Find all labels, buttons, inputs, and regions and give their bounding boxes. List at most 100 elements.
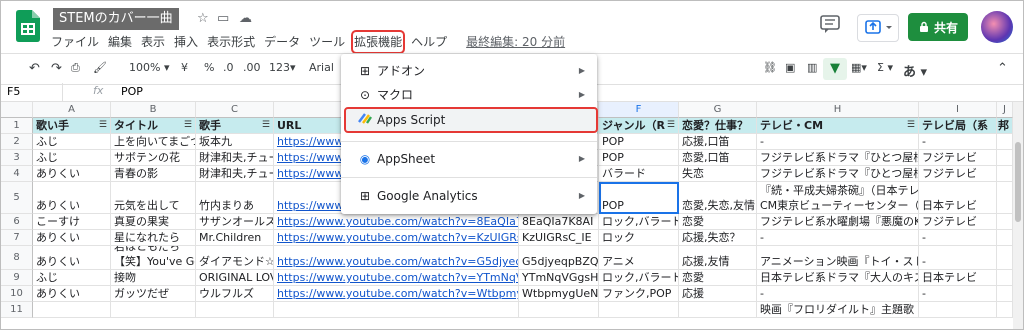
more-formats-select[interactable]: 123▾ (269, 61, 296, 74)
star-icon[interactable]: ☆ (197, 11, 209, 26)
table-cell[interactable]: ガッツだぜ (111, 286, 196, 302)
menu-insert[interactable]: 挿入 (174, 33, 198, 51)
column-header-g[interactable]: G (679, 102, 757, 118)
table-cell[interactable]: ふじ (33, 150, 111, 166)
table-cell[interactable]: アニメーション映画『トイ・スト- (757, 246, 919, 270)
column-header-j[interactable]: J (997, 102, 1013, 118)
table-cell[interactable]: 恋愛 (679, 214, 757, 230)
table-cell[interactable]: YTmNqVGgsHA (519, 270, 599, 286)
table-cell[interactable]: こーすけ (33, 214, 111, 230)
row-header-6[interactable]: 6 (1, 214, 33, 230)
row-header-10[interactable]: 10 (1, 286, 33, 302)
row-header-8[interactable]: 8 (1, 246, 33, 270)
table-cell[interactable]: フジテレビ (919, 150, 997, 166)
paint-format-icon[interactable]: 🖌 (93, 61, 107, 74)
table-cell[interactable]: - (757, 286, 919, 302)
table-cell[interactable]: ありくい (33, 286, 111, 302)
table-cell[interactable]: 恋愛 (679, 270, 757, 286)
redo-icon[interactable]: ↷ (51, 61, 62, 76)
table-cell[interactable] (997, 302, 1013, 318)
table-cell[interactable] (997, 166, 1013, 182)
table-cell[interactable]: ふじ (33, 270, 111, 286)
table-cell[interactable]: バラード (599, 166, 679, 182)
table-cell[interactable] (997, 214, 1013, 230)
table-cell[interactable]: ありくい (33, 230, 111, 246)
filter-dropdown-icon[interactable]: ☰ (184, 118, 192, 133)
table-cell[interactable]: テレビドラマ『フレーフレー人生！『続・平成夫婦茶碗』（日本テレビCM東京ビューテ… (757, 182, 919, 214)
row-header-1[interactable]: 1 (1, 118, 33, 134)
currency-button[interactable]: ¥ (181, 61, 188, 74)
menu-extensions[interactable]: 拡張機能 (351, 30, 406, 54)
comment-icon[interactable]: ▣ (785, 61, 795, 74)
table-cell[interactable]: 竹内まりあ (196, 182, 274, 214)
filter-dropdown-icon[interactable]: ☰ (907, 118, 915, 133)
table-cell[interactable] (997, 286, 1013, 302)
table-cell[interactable]: フジテレビ (919, 214, 997, 230)
font-select[interactable]: Arial (309, 61, 334, 74)
table-cell[interactable] (919, 302, 997, 318)
column-header-h[interactable]: H (757, 102, 919, 118)
table-cell[interactable]: G5djyeqpBZQ (519, 246, 599, 270)
menu-file[interactable]: ファイル (51, 33, 99, 51)
name-box[interactable]: F5 (1, 83, 63, 101)
filter-dropdown-icon[interactable]: ☰ (667, 118, 675, 133)
menu-item-google-analytics[interactable]: ⊞ Google Analytics ▶ (341, 185, 597, 207)
column-header-b[interactable]: B (111, 102, 196, 118)
link-icon[interactable]: ⛓ (763, 61, 777, 74)
menu-format[interactable]: 表示形式 (207, 33, 255, 51)
table-cell[interactable]: 日本テレビ (919, 182, 997, 214)
table-cell[interactable]: https://www.youtube.com/watch?v=YTmNqVGg… (274, 270, 519, 286)
header-cell[interactable]: 邦 (997, 118, 1013, 134)
header-cell[interactable]: タイトル ☰ (111, 118, 196, 134)
table-cell[interactable]: WtbpmygUeNQ (519, 286, 599, 302)
menu-data[interactable]: データ (264, 33, 300, 51)
table-cell[interactable]: サボテンの花 (111, 150, 196, 166)
table-cell[interactable]: 応援 (679, 286, 757, 302)
table-cell[interactable] (679, 302, 757, 318)
present-button[interactable] (857, 14, 899, 42)
table-cell[interactable]: ロック,バラード (599, 214, 679, 230)
table-cell[interactable]: 上を向いてまごつ (111, 134, 196, 150)
table-cell[interactable]: - (919, 286, 997, 302)
header-cell[interactable]: 歌い手 ☰ (33, 118, 111, 134)
table-cell[interactable]: 財津和夫,チュー (196, 150, 274, 166)
table-cell[interactable]: 恋愛,口笛 (679, 150, 757, 166)
move-folder-icon[interactable]: ▭ (217, 11, 229, 26)
row-header-3[interactable]: 3 (1, 150, 33, 166)
menu-edit[interactable]: 編集 (108, 33, 132, 51)
table-cell[interactable]: ウルフルズ (196, 286, 274, 302)
table-cell[interactable]: ありくい (33, 182, 111, 214)
table-cell[interactable] (997, 230, 1013, 246)
scrollbar-thumb[interactable] (1015, 142, 1021, 222)
table-cell[interactable]: 8EaQIa7K8AI (519, 214, 599, 230)
comment-history-icon[interactable] (819, 15, 841, 33)
percent-button[interactable]: % (204, 61, 214, 74)
header-cell[interactable]: 恋愛？仕事？ (679, 118, 757, 134)
table-cell[interactable]: ORIGINAL LOVE (196, 270, 274, 286)
table-cell[interactable]: 元気を出して (111, 182, 196, 214)
select-all-corner[interactable] (1, 102, 33, 118)
menu-item-addons[interactable]: ⊞ アドオン ▶ (341, 60, 597, 82)
menu-help[interactable]: ヘルプ (411, 33, 447, 51)
table-cell[interactable]: 青春の影 (111, 166, 196, 182)
table-cell[interactable]: 真夏の果実 (111, 214, 196, 230)
selected-cell[interactable]: POP (599, 182, 679, 214)
functions-icon[interactable]: Σ ▾ (877, 61, 893, 74)
table-cell[interactable]: - (757, 134, 919, 150)
undo-icon[interactable]: ↶ (29, 61, 40, 76)
table-cell[interactable]: 日本テレビ (919, 270, 997, 286)
cloud-status-icon[interactable]: ☁ (239, 11, 252, 26)
table-cell[interactable] (997, 182, 1013, 214)
decrease-decimal-button[interactable]: .0 (223, 61, 234, 74)
column-header-i[interactable]: I (919, 102, 997, 118)
table-cell[interactable]: https://www.youtube.com/watch?v=KzUIGRsC… (274, 230, 519, 246)
table-cell[interactable]: - (757, 230, 919, 246)
header-cell[interactable]: テレビ局（系 (919, 118, 997, 134)
row-header-11[interactable]: 11 (1, 302, 33, 318)
table-cell[interactable] (33, 302, 111, 318)
table-cell[interactable]: フジテレビ系水曜劇場『悪魔のKIS (757, 214, 919, 230)
table-cell[interactable]: ダイアモンド☆ユ (196, 246, 274, 270)
row-header-7[interactable]: 7 (1, 230, 33, 246)
table-cell[interactable] (519, 302, 599, 318)
table-cell[interactable] (997, 134, 1013, 150)
